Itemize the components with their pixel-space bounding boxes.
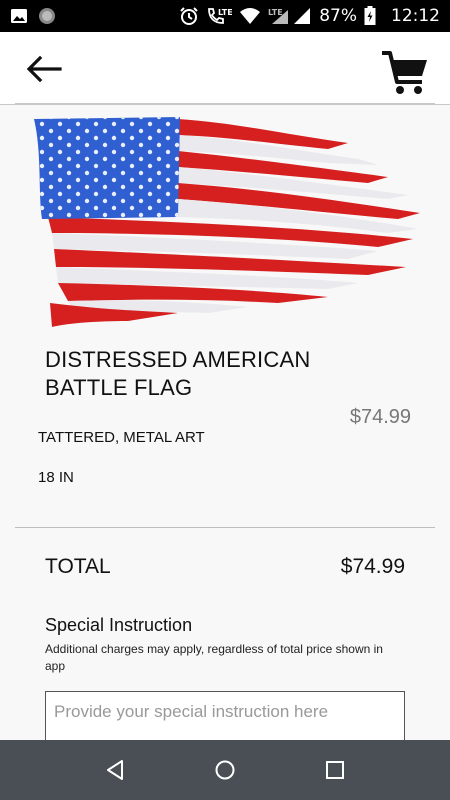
app-bar [0,32,450,105]
nav-home-button[interactable] [205,750,245,790]
nav-recents-button[interactable] [315,750,355,790]
signal-icon: LTE [268,8,311,24]
app-bar-divider [15,103,435,104]
system-nav-bar [0,740,450,800]
battery-percent: 87% [319,6,357,26]
cart-icon [382,51,427,94]
arrow-left-icon [26,55,62,83]
image-icon [11,9,27,23]
product-option-size: 18 IN [38,469,74,486]
status-right: LTE LTE 87% 12:12 [179,6,440,26]
status-bar: LTE LTE 87% 12:12 [0,0,450,32]
special-instruction-note: Additional charges may apply, regardless… [45,642,383,673]
recents-square-icon [326,761,344,779]
total-value: $74.99 [340,555,405,578]
circle-notification-icon [39,8,55,24]
total-label: TOTAL [45,555,111,578]
product-price: $74.99 [349,406,411,428]
battery-icon [364,6,376,25]
special-instruction-input[interactable] [45,691,405,740]
section-divider [15,527,435,528]
status-left [10,7,56,25]
clock: 12:12 [391,6,440,26]
cart-button[interactable] [380,50,430,96]
product-option-style: TATTERED, METAL ART [38,429,205,446]
nav-back-button[interactable] [95,750,135,790]
special-instruction-title: Special Instruction [45,615,193,635]
flag-canton [34,117,180,219]
home-circle-icon [215,760,235,780]
wifi-icon [240,8,261,24]
svg-text:LTE: LTE [268,8,283,17]
flag-image [34,117,420,327]
back-button[interactable] [26,55,62,83]
product-title: DISTRESSED AMERICAN BATTLE FLAG [45,347,311,400]
svg-text:LTE: LTE [218,8,232,17]
back-triangle-icon [107,760,123,780]
product-detail: DISTRESSED AMERICAN BATTLE FLAG $74.99 T… [0,105,450,740]
alarm-icon [180,7,198,25]
call-lte-icon: LTE [208,8,232,24]
